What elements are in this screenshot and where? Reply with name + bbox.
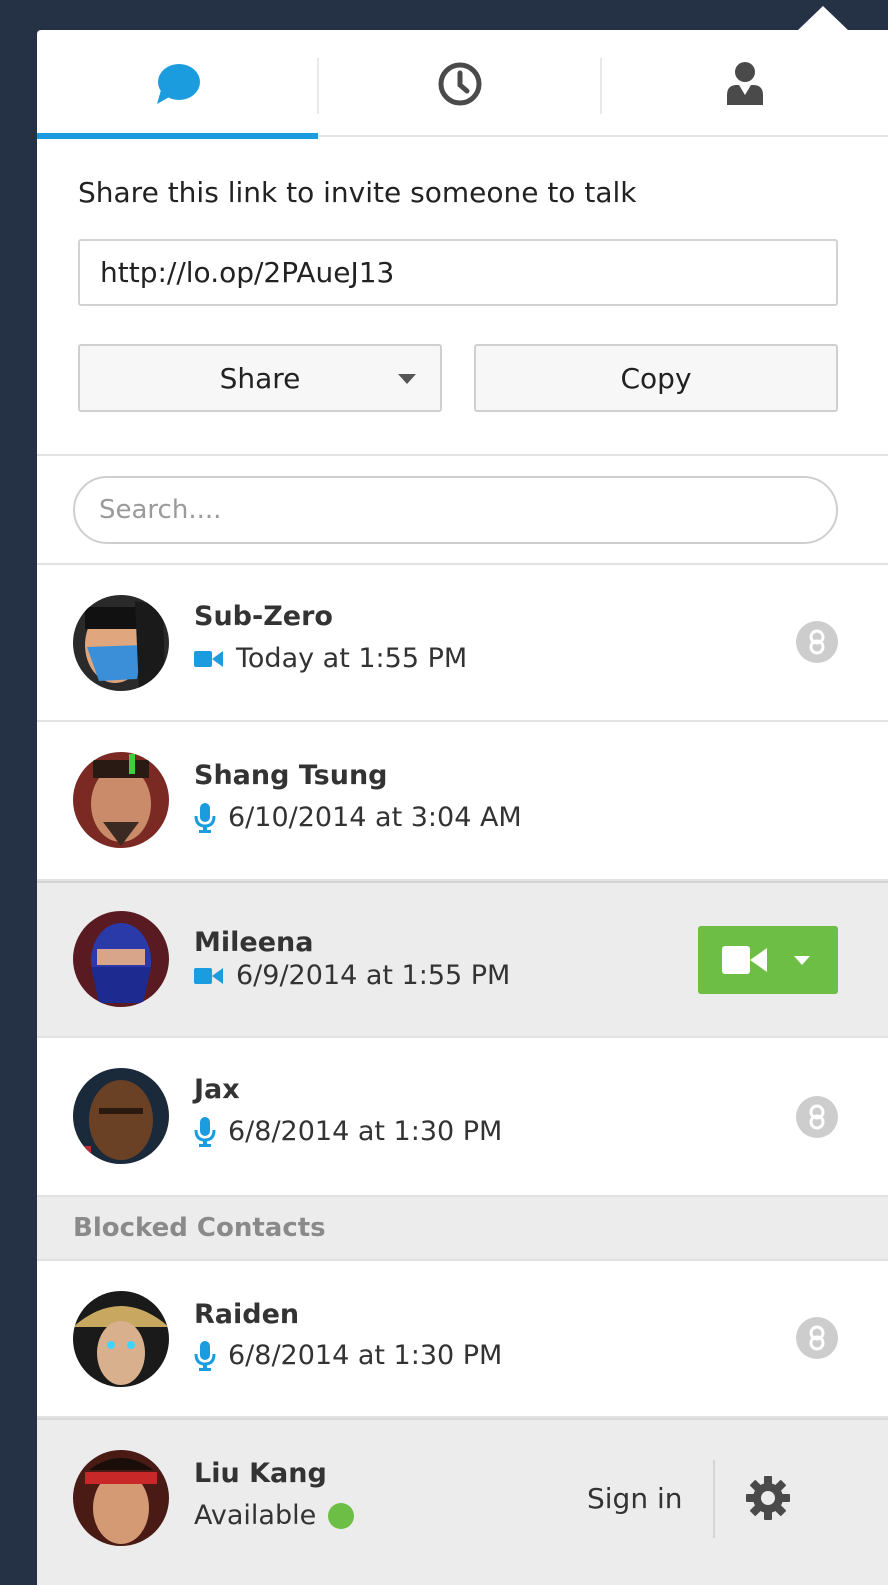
video-camera-icon: [194, 965, 224, 987]
chevron-down-icon: [398, 374, 416, 384]
microphone-icon: [194, 1116, 216, 1147]
contact-meta: 6/8/2014 at 1:30 PM: [194, 1116, 502, 1147]
presence-icon: [796, 1096, 838, 1138]
contact-time: Today at 1:55 PM: [236, 643, 468, 674]
contact-meta: 6/9/2014 at 1:55 PM: [194, 960, 510, 991]
invite-link-field[interactable]: [78, 239, 838, 306]
contact-name: Sub-Zero: [194, 601, 333, 632]
contact-name: Jax: [194, 1074, 240, 1105]
search-input[interactable]: [73, 476, 838, 544]
contact-name: Mileena: [194, 927, 314, 958]
avatar: [73, 1068, 169, 1164]
contact-row-shang-tsung[interactable]: Shang Tsung 6/10/2014 at 3:04 AM: [37, 724, 888, 881]
available-status-icon: [328, 1502, 355, 1529]
share-button[interactable]: Share: [78, 344, 442, 412]
microphone-icon: [194, 802, 216, 833]
blocked-contacts-header: Blocked Contacts: [37, 1197, 888, 1261]
contact-row-jax[interactable]: Jax 6/8/2014 at 1:30 PM: [37, 1040, 888, 1197]
contacts-panel: Share this link to invite someone to tal…: [37, 30, 888, 1585]
avatar: [73, 911, 169, 1007]
contact-name: Shang Tsung: [194, 760, 388, 791]
tab-contacts[interactable]: [602, 30, 888, 137]
contact-row-raiden[interactable]: Raiden 6/8/2014 at 1:30 PM: [37, 1261, 888, 1418]
person-icon: [727, 61, 763, 105]
contact-time: 6/8/2014 at 1:30 PM: [228, 1116, 503, 1147]
video-camera-icon: [722, 944, 768, 980]
presence-icon: [796, 621, 838, 663]
presence-icon: [796, 1317, 838, 1359]
invite-label: Share this link to invite someone to tal…: [78, 176, 637, 209]
section-divider: [37, 454, 888, 456]
copy-button-label: Copy: [620, 361, 692, 395]
avatar: [73, 595, 169, 691]
sign-in-button[interactable]: Sign in: [587, 1482, 683, 1515]
copy-button[interactable]: Copy: [474, 344, 838, 412]
contact-time: 6/8/2014 at 1:30 PM: [228, 1340, 503, 1371]
share-button-label: Share: [219, 361, 301, 395]
contact-time: 6/9/2014 at 1:55 PM: [236, 960, 511, 991]
contact-meta: 6/10/2014 at 3:04 AM: [194, 802, 522, 833]
contact-name: Raiden: [194, 1299, 300, 1330]
user-status-label: Available: [194, 1500, 317, 1531]
contact-row-sub-zero[interactable]: Sub-Zero Today at 1:55 PM: [37, 565, 888, 722]
chat-bubble-icon: [156, 63, 200, 104]
gear-icon[interactable]: [745, 1475, 791, 1525]
video-camera-icon: [194, 648, 224, 670]
contact-row-mileena[interactable]: Mileena 6/9/2014 at 1:55 PM: [37, 881, 888, 1038]
contact-meta: Today at 1:55 PM: [194, 643, 467, 674]
avatar: [73, 1291, 169, 1387]
tab-bar: [37, 30, 888, 139]
avatar: [73, 752, 169, 848]
contact-time: 6/10/2014 at 3:04 AM: [228, 802, 522, 833]
clock-icon: [438, 62, 482, 105]
user-name: Liu Kang: [194, 1458, 327, 1489]
start-video-call-button[interactable]: [698, 926, 838, 994]
contact-meta: 6/8/2014 at 1:30 PM: [194, 1340, 502, 1371]
footer-separator: [713, 1460, 715, 1538]
chevron-down-icon[interactable]: [794, 956, 810, 965]
microphone-icon: [194, 1340, 216, 1371]
user-footer: Liu Kang Available Sign in: [37, 1418, 888, 1585]
tab-history[interactable]: [318, 30, 602, 137]
popover-caret: [797, 6, 849, 31]
user-avatar[interactable]: [73, 1450, 169, 1546]
tab-chat[interactable]: [37, 30, 318, 139]
user-status[interactable]: Available: [194, 1500, 355, 1531]
